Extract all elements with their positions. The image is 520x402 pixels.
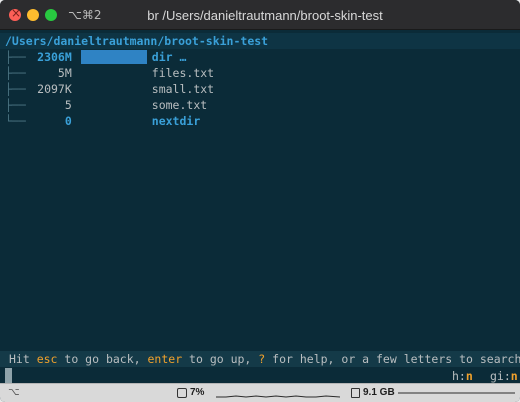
status-line: Hit esc to go back, enter to go up, ? fo… <box>0 351 520 367</box>
title-bar: ⌥⌘2 br /Users/danieltrautmann/broot-skin… <box>0 0 520 30</box>
directory-name[interactable]: dir … <box>152 49 187 65</box>
directory-name[interactable]: nextdir <box>152 113 200 129</box>
file-name[interactable]: some.txt <box>152 97 207 113</box>
tree-row[interactable]: ├── 5M files.txt <box>5 65 214 81</box>
status-text: to go back, <box>57 352 148 366</box>
file-size: 5 <box>64 98 72 112</box>
file-size: 5M <box>57 66 72 80</box>
status-text: Hit <box>9 352 37 366</box>
memory-sparkline <box>398 392 515 394</box>
tree-row[interactable]: ├── 2306M dir … <box>5 49 186 65</box>
cpu-icon <box>177 388 187 398</box>
file-size: 2097K <box>37 82 72 96</box>
file-size: 2306M <box>37 50 72 64</box>
gitignore-flag-value: n <box>510 369 518 383</box>
window-title: br /Users/danieltrautmann/broot-skin-tes… <box>147 8 383 23</box>
gitignore-flag-label: gi: <box>490 369 511 383</box>
hidden-flag-label: h: <box>452 369 466 383</box>
option-key-glyph: ⌥ <box>8 387 20 398</box>
status-text: to go up, <box>182 352 259 366</box>
cpu-sparkline <box>216 395 341 398</box>
tree-branch-glyph: └── <box>5 114 26 128</box>
memory-usage: 9.1 GB <box>363 387 395 398</box>
size-bar <box>81 97 147 113</box>
cpu-usage: 7% <box>190 387 205 398</box>
size-bar <box>81 113 147 129</box>
file-name[interactable]: small.txt <box>152 81 214 97</box>
tree-branch-glyph: ├── <box>5 98 26 112</box>
tree-branch-glyph: ├── <box>5 66 26 80</box>
size-bar-fill <box>80 50 147 64</box>
file-name[interactable]: files.txt <box>152 65 214 81</box>
input-cursor[interactable] <box>5 368 12 384</box>
tree-branch-glyph: ├── <box>5 50 26 64</box>
tree-row[interactable]: ├── 5 some.txt <box>5 97 207 113</box>
terminal-window: ⌥⌘2 br /Users/danieltrautmann/broot-skin… <box>0 0 520 402</box>
status-key-esc: esc <box>36 352 58 366</box>
hidden-flag-value: n <box>465 369 473 383</box>
size-bar <box>81 81 147 97</box>
tree-branch-glyph: ├── <box>5 82 26 96</box>
size-bar <box>81 65 147 81</box>
size-bar <box>80 49 147 65</box>
tree-row[interactable]: └── 0 nextdir <box>5 113 200 129</box>
tree-root-path[interactable]: /Users/danieltrautmann/broot-skin-test <box>0 33 520 49</box>
status-key-enter: enter <box>147 352 183 366</box>
tree-row[interactable]: ├── 2097K small.txt <box>5 81 214 97</box>
memory-icon <box>351 388 360 398</box>
file-size: 0 <box>64 114 72 128</box>
terminal-content[interactable]: /Users/danieltrautmann/broot-skin-test ├… <box>0 31 520 384</box>
status-text: for help, or a few letters to search <box>265 352 520 366</box>
system-status-bar: ⌥ 7% 9.1 GB <box>0 383 520 402</box>
